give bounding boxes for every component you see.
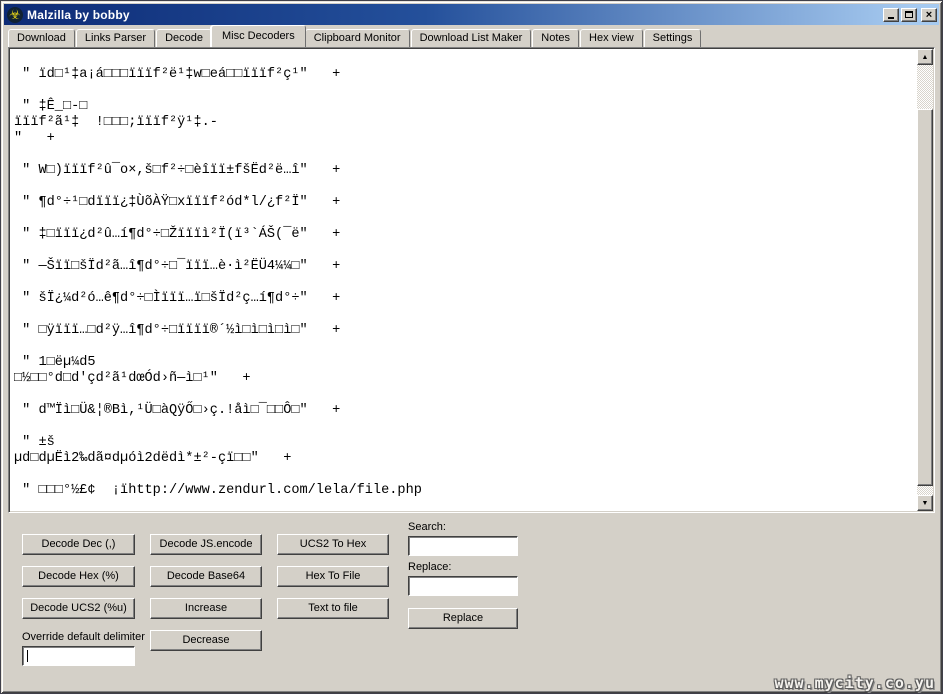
- decoder-text-area[interactable]: " ïd□¹‡a¡á□□□ïïïf²ë¹‡w□eá□□ïïïf²ç¹" + " …: [9, 48, 917, 512]
- vertical-scrollbar[interactable]: ▲ ▼: [917, 49, 933, 511]
- text-cursor: [27, 650, 28, 662]
- button-text-to-file[interactable]: Text to file: [277, 598, 389, 619]
- button-decode-dec[interactable]: Decode Dec (,): [22, 534, 135, 555]
- button-decode-hex[interactable]: Decode Hex (%): [22, 566, 135, 587]
- button-increase[interactable]: Increase: [150, 598, 262, 619]
- tab-notes[interactable]: Notes: [532, 29, 580, 47]
- decoder-button-grid: Decode Dec (,) Decode JS.encode UCS2 To …: [22, 534, 389, 619]
- button-decode-base64[interactable]: Decode Base64: [150, 566, 262, 587]
- button-decode-ucs2[interactable]: Decode UCS2 (%u): [22, 598, 135, 619]
- replace-input[interactable]: [408, 576, 518, 596]
- tab-clipboard-monitor[interactable]: Clipboard Monitor: [304, 29, 410, 47]
- minimize-icon: [888, 17, 894, 19]
- button-ucs2-to-hex[interactable]: UCS2 To Hex: [277, 534, 389, 555]
- maximize-icon: [905, 11, 913, 18]
- minimize-button[interactable]: [883, 7, 899, 22]
- tab-settings[interactable]: Settings: [643, 29, 702, 47]
- tab-decode[interactable]: Decode: [156, 29, 212, 47]
- scroll-up-button[interactable]: ▲: [917, 49, 933, 65]
- maximize-button[interactable]: [901, 7, 917, 22]
- biohazard-icon: ☣: [7, 6, 23, 23]
- replace-label: Replace:: [408, 561, 452, 573]
- tab-misc-decoders[interactable]: Misc Decoders: [210, 25, 306, 47]
- search-input[interactable]: [408, 536, 518, 556]
- watermark-text: www.mycity.co.yu: [774, 674, 935, 692]
- decoder-editor: " ïd□¹‡a¡á□□□ïïïf²ë¹‡w□eá□□ïïïf²ç¹" + " …: [8, 47, 935, 513]
- button-decode-js-encode[interactable]: Decode JS.encode: [150, 534, 262, 555]
- tab-download[interactable]: Download: [8, 29, 75, 47]
- decrease-button[interactable]: Decrease: [150, 630, 262, 651]
- scrollbar-track[interactable]: [917, 65, 933, 495]
- window-controls: ×: [883, 7, 937, 22]
- close-button[interactable]: ×: [921, 7, 937, 22]
- override-delimiter-input[interactable]: [22, 646, 135, 666]
- tab-hex-view[interactable]: Hex view: [580, 29, 643, 47]
- title-bar: ☣ Malzilla by bobby ×: [4, 4, 939, 25]
- close-icon: ×: [925, 8, 933, 21]
- scroll-down-button[interactable]: ▼: [917, 495, 933, 511]
- tab-download-list-maker[interactable]: Download List Maker: [410, 29, 532, 47]
- button-hex-to-file[interactable]: Hex To File: [277, 566, 389, 587]
- override-delimiter-label: Override default delimiter: [22, 631, 145, 643]
- scrollbar-thumb[interactable]: [917, 109, 933, 486]
- replace-button[interactable]: Replace: [408, 608, 518, 629]
- tab-bar: Download Links Parser Decode Misc Decode…: [4, 25, 939, 47]
- decoder-controls-panel: Decode Dec (,) Decode JS.encode UCS2 To …: [4, 513, 939, 690]
- malzilla-window: ☣ Malzilla by bobby × Download Links Par…: [0, 0, 943, 694]
- tab-links-parser[interactable]: Links Parser: [75, 29, 156, 47]
- window-title: Malzilla by bobby: [27, 7, 130, 22]
- search-label: Search:: [408, 521, 446, 533]
